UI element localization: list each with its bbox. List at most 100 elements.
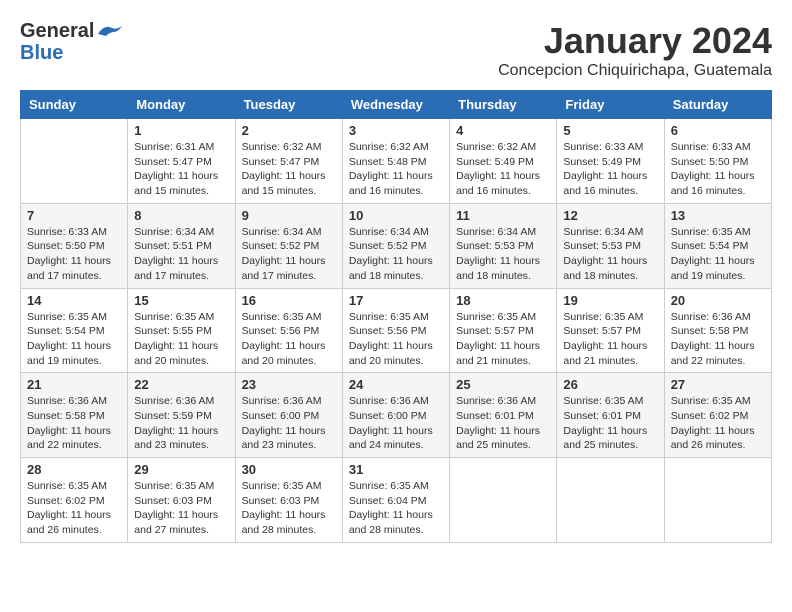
- daylight-text: Daylight: 11 hours and 19 minutes.: [27, 340, 111, 367]
- daylight-text: Daylight: 11 hours and 24 minutes.: [349, 425, 433, 452]
- day-number: 5: [563, 123, 657, 138]
- calendar-header-row: SundayMondayTuesdayWednesdayThursdayFrid…: [21, 91, 772, 119]
- sunrise-text: Sunrise: 6:33 AM: [563, 141, 643, 153]
- daylight-text: Daylight: 11 hours and 20 minutes.: [349, 340, 433, 367]
- day-info: Sunrise: 6:32 AM Sunset: 5:48 PM Dayligh…: [349, 140, 443, 199]
- sunset-text: Sunset: 5:54 PM: [27, 325, 105, 337]
- day-info: Sunrise: 6:35 AM Sunset: 5:56 PM Dayligh…: [242, 310, 336, 369]
- daylight-text: Daylight: 11 hours and 26 minutes.: [27, 509, 111, 536]
- daylight-text: Daylight: 11 hours and 16 minutes.: [456, 170, 540, 197]
- calendar-week-row: 21 Sunrise: 6:36 AM Sunset: 5:58 PM Dayl…: [21, 373, 772, 458]
- sunrise-text: Sunrise: 6:33 AM: [27, 226, 107, 238]
- sunset-text: Sunset: 5:48 PM: [349, 156, 427, 168]
- day-info: Sunrise: 6:31 AM Sunset: 5:47 PM Dayligh…: [134, 140, 228, 199]
- day-info: Sunrise: 6:34 AM Sunset: 5:53 PM Dayligh…: [563, 225, 657, 284]
- sunrise-text: Sunrise: 6:32 AM: [349, 141, 429, 153]
- calendar-day-header: Wednesday: [342, 91, 449, 119]
- day-number: 6: [671, 123, 765, 138]
- calendar-day-cell: 24 Sunrise: 6:36 AM Sunset: 6:00 PM Dayl…: [342, 373, 449, 458]
- logo: General Blue: [20, 20, 124, 64]
- sunset-text: Sunset: 6:02 PM: [27, 495, 105, 507]
- sunrise-text: Sunrise: 6:35 AM: [671, 395, 751, 407]
- daylight-text: Daylight: 11 hours and 20 minutes.: [242, 340, 326, 367]
- logo-general: General: [20, 20, 94, 42]
- day-number: 30: [242, 462, 336, 477]
- sunset-text: Sunset: 6:02 PM: [671, 410, 749, 422]
- page-header: General Blue January 2024 Concepcion Chi…: [20, 20, 772, 80]
- calendar-day-cell: 17 Sunrise: 6:35 AM Sunset: 5:56 PM Dayl…: [342, 288, 449, 373]
- day-info: Sunrise: 6:35 AM Sunset: 6:03 PM Dayligh…: [134, 479, 228, 538]
- day-number: 1: [134, 123, 228, 138]
- sunrise-text: Sunrise: 6:35 AM: [671, 226, 751, 238]
- day-info: Sunrise: 6:36 AM Sunset: 5:59 PM Dayligh…: [134, 394, 228, 453]
- sunrise-text: Sunrise: 6:35 AM: [563, 311, 643, 323]
- sunrise-text: Sunrise: 6:33 AM: [671, 141, 751, 153]
- day-number: 27: [671, 377, 765, 392]
- day-number: 29: [134, 462, 228, 477]
- sunset-text: Sunset: 5:51 PM: [134, 240, 212, 252]
- calendar-day-cell: 10 Sunrise: 6:34 AM Sunset: 5:52 PM Dayl…: [342, 203, 449, 288]
- day-info: Sunrise: 6:35 AM Sunset: 6:02 PM Dayligh…: [671, 394, 765, 453]
- sunset-text: Sunset: 5:56 PM: [242, 325, 320, 337]
- daylight-text: Daylight: 11 hours and 15 minutes.: [134, 170, 218, 197]
- sunset-text: Sunset: 6:00 PM: [242, 410, 320, 422]
- day-info: Sunrise: 6:36 AM Sunset: 5:58 PM Dayligh…: [27, 394, 121, 453]
- daylight-text: Daylight: 11 hours and 18 minutes.: [456, 255, 540, 282]
- day-info: Sunrise: 6:32 AM Sunset: 5:47 PM Dayligh…: [242, 140, 336, 199]
- calendar-table: SundayMondayTuesdayWednesdayThursdayFrid…: [20, 90, 772, 543]
- daylight-text: Daylight: 11 hours and 28 minutes.: [242, 509, 326, 536]
- calendar-day-header: Thursday: [450, 91, 557, 119]
- sunset-text: Sunset: 5:59 PM: [134, 410, 212, 422]
- calendar-day-cell: 3 Sunrise: 6:32 AM Sunset: 5:48 PM Dayli…: [342, 119, 449, 204]
- calendar-day-cell: 8 Sunrise: 6:34 AM Sunset: 5:51 PM Dayli…: [128, 203, 235, 288]
- day-info: Sunrise: 6:36 AM Sunset: 6:00 PM Dayligh…: [349, 394, 443, 453]
- day-info: Sunrise: 6:34 AM Sunset: 5:51 PM Dayligh…: [134, 225, 228, 284]
- calendar-week-row: 14 Sunrise: 6:35 AM Sunset: 5:54 PM Dayl…: [21, 288, 772, 373]
- daylight-text: Daylight: 11 hours and 17 minutes.: [134, 255, 218, 282]
- sunset-text: Sunset: 5:52 PM: [242, 240, 320, 252]
- sunset-text: Sunset: 6:00 PM: [349, 410, 427, 422]
- sunrise-text: Sunrise: 6:36 AM: [456, 395, 536, 407]
- calendar-day-header: Sunday: [21, 91, 128, 119]
- calendar-day-cell: 23 Sunrise: 6:36 AM Sunset: 6:00 PM Dayl…: [235, 373, 342, 458]
- sunrise-text: Sunrise: 6:35 AM: [349, 311, 429, 323]
- day-number: 16: [242, 293, 336, 308]
- sunrise-text: Sunrise: 6:35 AM: [563, 395, 643, 407]
- calendar-day-cell: 22 Sunrise: 6:36 AM Sunset: 5:59 PM Dayl…: [128, 373, 235, 458]
- day-info: Sunrise: 6:34 AM Sunset: 5:52 PM Dayligh…: [349, 225, 443, 284]
- calendar-day-cell: 13 Sunrise: 6:35 AM Sunset: 5:54 PM Dayl…: [664, 203, 771, 288]
- calendar-day-cell: 5 Sunrise: 6:33 AM Sunset: 5:49 PM Dayli…: [557, 119, 664, 204]
- day-number: 4: [456, 123, 550, 138]
- day-number: 12: [563, 208, 657, 223]
- calendar-day-cell: 29 Sunrise: 6:35 AM Sunset: 6:03 PM Dayl…: [128, 458, 235, 543]
- sunset-text: Sunset: 5:58 PM: [671, 325, 749, 337]
- day-info: Sunrise: 6:34 AM Sunset: 5:53 PM Dayligh…: [456, 225, 550, 284]
- sunset-text: Sunset: 5:49 PM: [456, 156, 534, 168]
- calendar-day-cell: 11 Sunrise: 6:34 AM Sunset: 5:53 PM Dayl…: [450, 203, 557, 288]
- calendar-day-cell: 12 Sunrise: 6:34 AM Sunset: 5:53 PM Dayl…: [557, 203, 664, 288]
- daylight-text: Daylight: 11 hours and 19 minutes.: [671, 255, 755, 282]
- day-info: Sunrise: 6:35 AM Sunset: 5:57 PM Dayligh…: [456, 310, 550, 369]
- day-number: 10: [349, 208, 443, 223]
- sunrise-text: Sunrise: 6:35 AM: [27, 480, 107, 492]
- sunset-text: Sunset: 5:52 PM: [349, 240, 427, 252]
- day-number: 7: [27, 208, 121, 223]
- sunrise-text: Sunrise: 6:35 AM: [349, 480, 429, 492]
- day-info: Sunrise: 6:36 AM Sunset: 6:01 PM Dayligh…: [456, 394, 550, 453]
- daylight-text: Daylight: 11 hours and 16 minutes.: [671, 170, 755, 197]
- sunset-text: Sunset: 5:53 PM: [563, 240, 641, 252]
- calendar-day-cell: 31 Sunrise: 6:35 AM Sunset: 6:04 PM Dayl…: [342, 458, 449, 543]
- day-number: 15: [134, 293, 228, 308]
- calendar-week-row: 7 Sunrise: 6:33 AM Sunset: 5:50 PM Dayli…: [21, 203, 772, 288]
- day-number: 14: [27, 293, 121, 308]
- sunset-text: Sunset: 5:57 PM: [456, 325, 534, 337]
- day-info: Sunrise: 6:36 AM Sunset: 6:00 PM Dayligh…: [242, 394, 336, 453]
- sunset-text: Sunset: 5:54 PM: [671, 240, 749, 252]
- calendar-day-cell: 2 Sunrise: 6:32 AM Sunset: 5:47 PM Dayli…: [235, 119, 342, 204]
- sunset-text: Sunset: 5:50 PM: [671, 156, 749, 168]
- day-info: Sunrise: 6:35 AM Sunset: 5:54 PM Dayligh…: [27, 310, 121, 369]
- day-number: 18: [456, 293, 550, 308]
- daylight-text: Daylight: 11 hours and 26 minutes.: [671, 425, 755, 452]
- day-info: Sunrise: 6:35 AM Sunset: 5:54 PM Dayligh…: [671, 225, 765, 284]
- sunrise-text: Sunrise: 6:31 AM: [134, 141, 214, 153]
